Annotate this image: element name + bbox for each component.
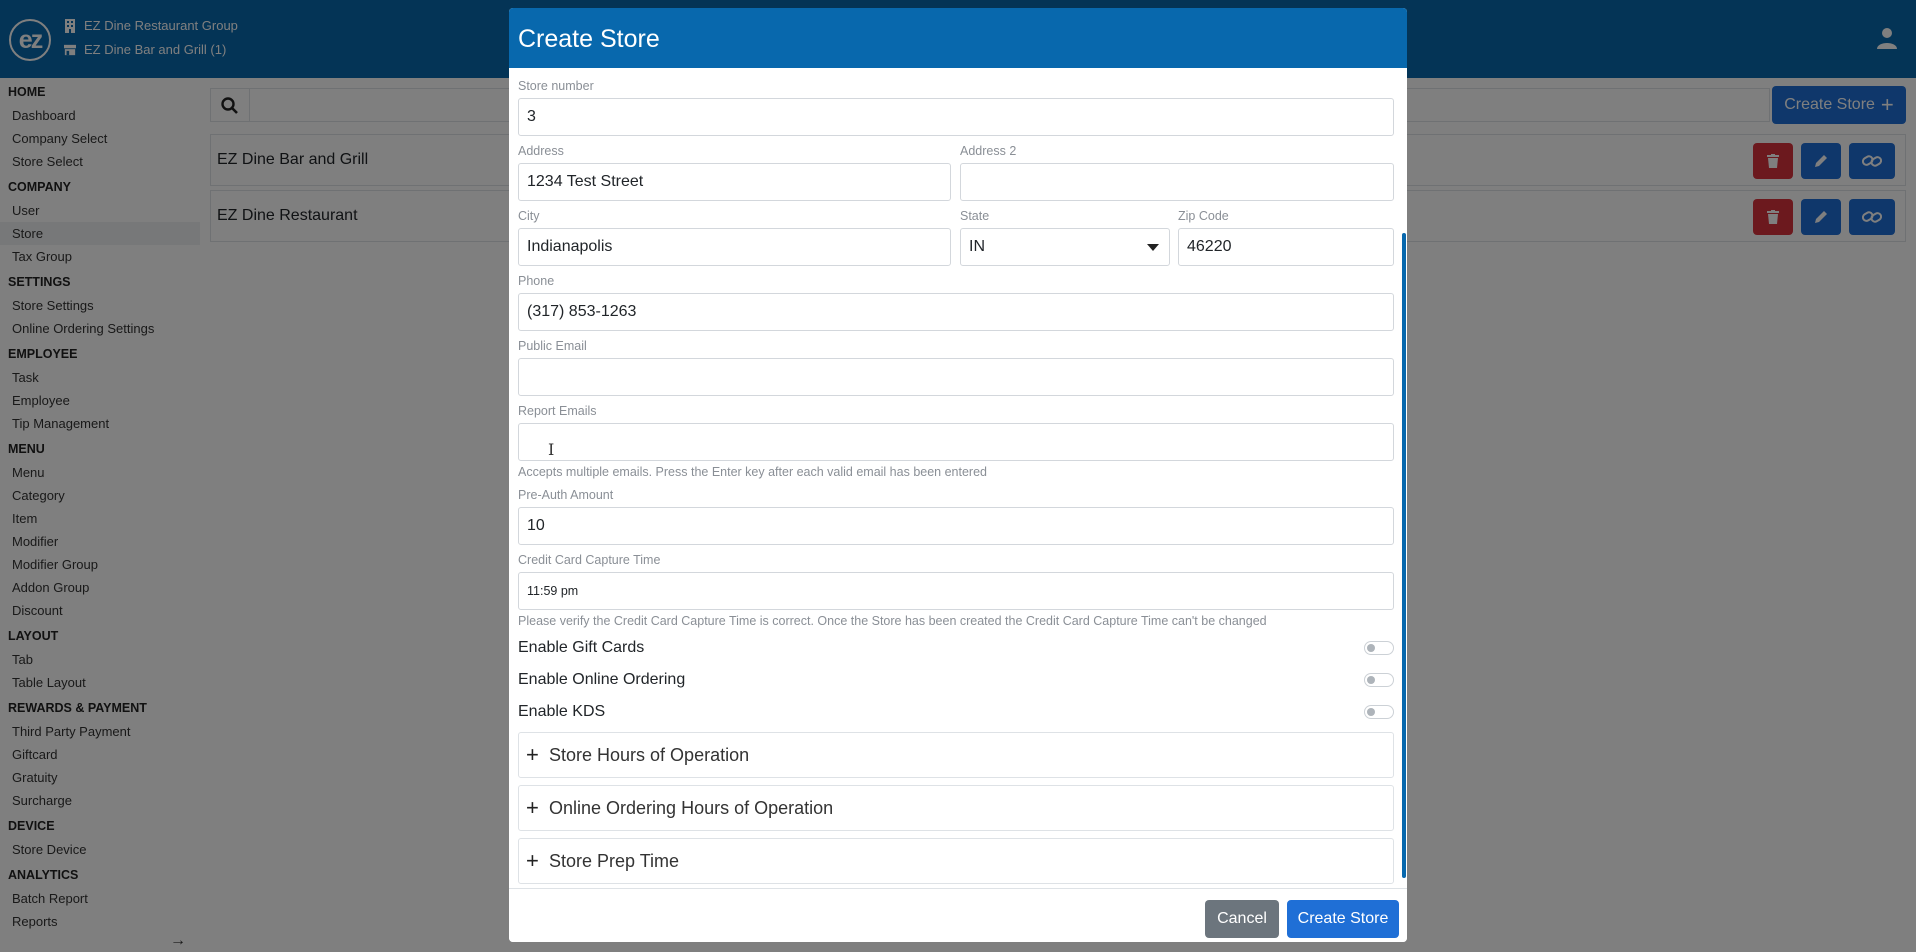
address2-label: Address 2 [960,144,1017,158]
toggle-label: Enable KDS [518,703,606,720]
create-store-submit-button[interactable]: Create Store [1287,900,1399,938]
phone-label: Phone [518,274,555,288]
public-email-input[interactable] [518,358,1394,396]
modal-title: Create Store [509,8,1407,68]
prep-time-accordion[interactable]: + Store Prep Time [518,838,1394,884]
gift-cards-switch[interactable] [1364,641,1394,655]
modal-body: Store number 3 Address 1234 Test Street … [509,68,1407,888]
report-emails-hint: Accepts multiple emails. Press the Enter… [518,465,987,479]
toggle-online-ordering: Enable Online Ordering [518,664,1394,696]
address2-input[interactable] [960,163,1394,201]
zip-input[interactable]: 46220 [1178,228,1394,266]
store-number-input[interactable]: 3 [518,98,1394,136]
city-input[interactable]: Indianapolis [518,228,951,266]
toggle-kds: Enable KDS [518,696,1394,728]
city-label: City [518,209,540,223]
toggle-label: Enable Online Ordering [518,671,686,688]
accordion-title: Store Hours of Operation [549,745,750,765]
plus-icon: + [526,848,539,873]
text-cursor-icon: I [548,440,555,459]
cancel-button[interactable]: Cancel [1205,900,1279,938]
online-ordering-switch[interactable] [1364,673,1394,687]
capture-time-label: Credit Card Capture Time [518,553,661,567]
toggle-gift-cards: Enable Gift Cards [518,632,1394,664]
state-value: IN [969,238,985,255]
scrollbar-thumb[interactable] [1402,233,1406,878]
address-label: Address [518,144,564,158]
plus-icon: + [526,795,539,820]
capture-time-input[interactable]: 11:59 pm [518,572,1394,610]
accordion-title: Store Prep Time [549,851,680,871]
modal-footer: Cancel Create Store [509,888,1407,942]
state-select[interactable]: IN [960,228,1170,266]
report-emails-label: Report Emails [518,404,597,418]
online-hours-accordion[interactable]: + Online Ordering Hours of Operation [518,785,1394,831]
modal-scrollbar[interactable] [1401,68,1407,888]
plus-icon: + [526,742,539,767]
state-label: State [960,209,990,223]
store-number-label: Store number [518,79,594,93]
address-input[interactable]: 1234 Test Street [518,163,951,201]
accordion-title: Online Ordering Hours of Operation [549,798,834,818]
public-email-label: Public Email [518,339,587,353]
toggle-label: Enable Gift Cards [518,639,645,656]
kds-switch[interactable] [1364,705,1394,719]
caret-down-icon [1147,244,1159,251]
store-hours-accordion[interactable]: + Store Hours of Operation [518,732,1394,778]
create-store-modal: Create Store Store number 3 Address 1234… [509,8,1407,942]
phone-input[interactable]: (317) 853-1263 [518,293,1394,331]
zip-label: Zip Code [1178,209,1229,223]
preauth-input[interactable]: 10 [518,507,1394,545]
preauth-label: Pre-Auth Amount [518,488,614,502]
report-emails-input[interactable] [518,423,1394,461]
capture-time-hint: Please verify the Credit Card Capture Ti… [518,614,1267,628]
